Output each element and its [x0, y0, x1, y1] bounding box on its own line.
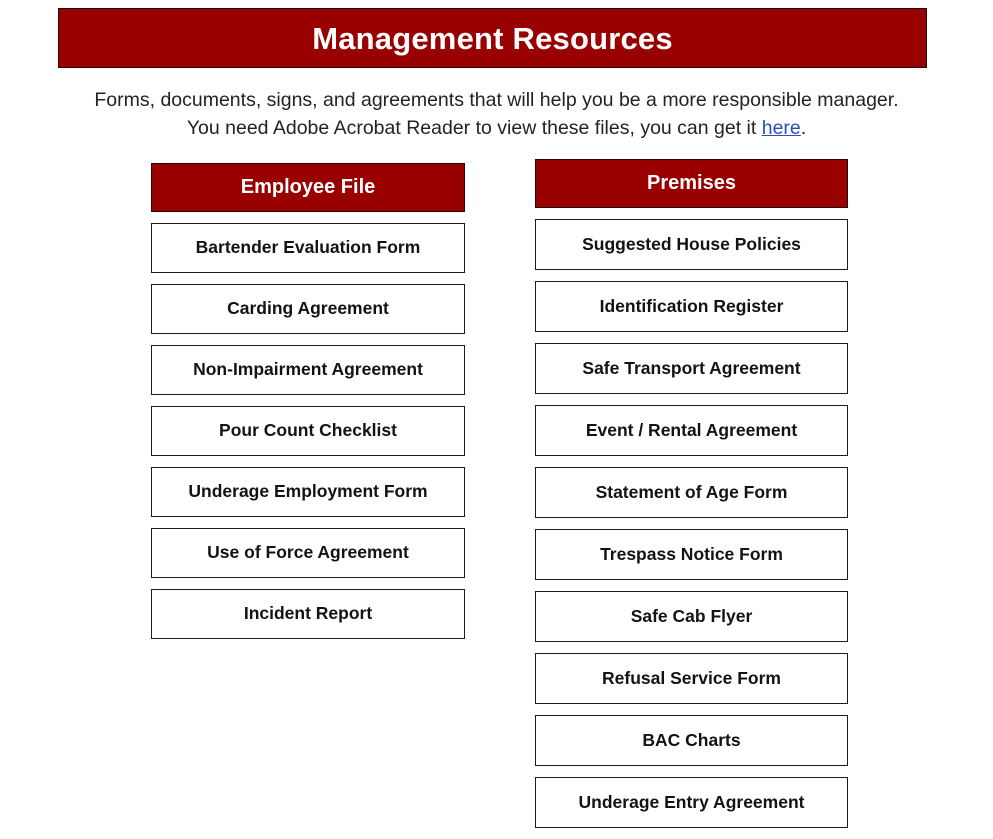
- resource-link-safe-transport-agreement[interactable]: Safe Transport Agreement: [535, 343, 848, 394]
- resource-columns: Employee File Bartender Evaluation Form …: [0, 0, 993, 836]
- resource-link-incident-report[interactable]: Incident Report: [151, 589, 465, 639]
- resource-link-label: Incident Report: [243, 603, 373, 624]
- column-header-employee-file: Employee File: [151, 163, 465, 212]
- resource-link-label: Event / Rental Agreement: [585, 419, 798, 440]
- column-header-label: Employee File: [240, 176, 376, 198]
- resource-link-label: Pour Count Checklist: [219, 420, 397, 441]
- resource-link-event-rental-agreement[interactable]: Event / Rental Agreement: [535, 405, 848, 456]
- resource-link-label: Suggested House Policies: [582, 233, 801, 254]
- resource-link-bac-charts[interactable]: BAC Charts: [535, 715, 848, 766]
- resource-link-carding-agreement[interactable]: Carding Agreement: [151, 284, 465, 334]
- resource-link-label: Underage Employment Form: [188, 481, 428, 502]
- column-premises: Premises Suggested House Policies Identi…: [535, 159, 848, 839]
- resource-link-label: Safe Cab Flyer: [630, 605, 753, 626]
- resource-link-use-of-force-agreement[interactable]: Use of Force Agreement: [151, 528, 465, 578]
- resource-link-label: Statement of Age Form: [595, 481, 788, 502]
- resource-link-label: Non-Impairment Agreement: [193, 359, 423, 380]
- resource-link-bartender-evaluation-form[interactable]: Bartender Evaluation Form: [151, 223, 465, 273]
- resource-link-safe-cab-flyer[interactable]: Safe Cab Flyer: [535, 591, 848, 642]
- resource-link-underage-employment-form[interactable]: Underage Employment Form: [151, 467, 465, 517]
- resource-link-label: Trespass Notice Form: [600, 543, 783, 564]
- resource-link-non-impairment-agreement[interactable]: Non-Impairment Agreement: [151, 345, 465, 395]
- resource-link-refusal-service-form[interactable]: Refusal Service Form: [535, 653, 848, 704]
- column-employee-file: Employee File Bartender Evaluation Form …: [151, 163, 465, 650]
- resource-link-trespass-notice-form[interactable]: Trespass Notice Form: [535, 529, 848, 580]
- resource-link-label: Carding Agreement: [227, 298, 389, 319]
- resource-link-label: Safe Transport Agreement: [582, 357, 801, 378]
- resource-link-identification-register[interactable]: Identification Register: [535, 281, 848, 332]
- resource-link-statement-of-age-form[interactable]: Statement of Age Form: [535, 467, 848, 518]
- column-header-label: Premises: [647, 172, 736, 194]
- resource-link-underage-entry-agreement[interactable]: Underage Entry Agreement: [535, 777, 848, 828]
- resource-link-pour-count-checklist[interactable]: Pour Count Checklist: [151, 406, 465, 456]
- resource-link-label: Bartender Evaluation Form: [195, 237, 421, 258]
- resource-link-suggested-house-policies[interactable]: Suggested House Policies: [535, 219, 848, 270]
- resource-link-label: Underage Entry Agreement: [578, 791, 805, 812]
- resource-link-label: Use of Force Agreement: [207, 542, 409, 563]
- resource-link-label: Identification Register: [599, 295, 784, 316]
- resource-link-label: Refusal Service Form: [602, 667, 781, 688]
- resource-link-label: BAC Charts: [642, 729, 741, 750]
- column-header-premises: Premises: [535, 159, 848, 208]
